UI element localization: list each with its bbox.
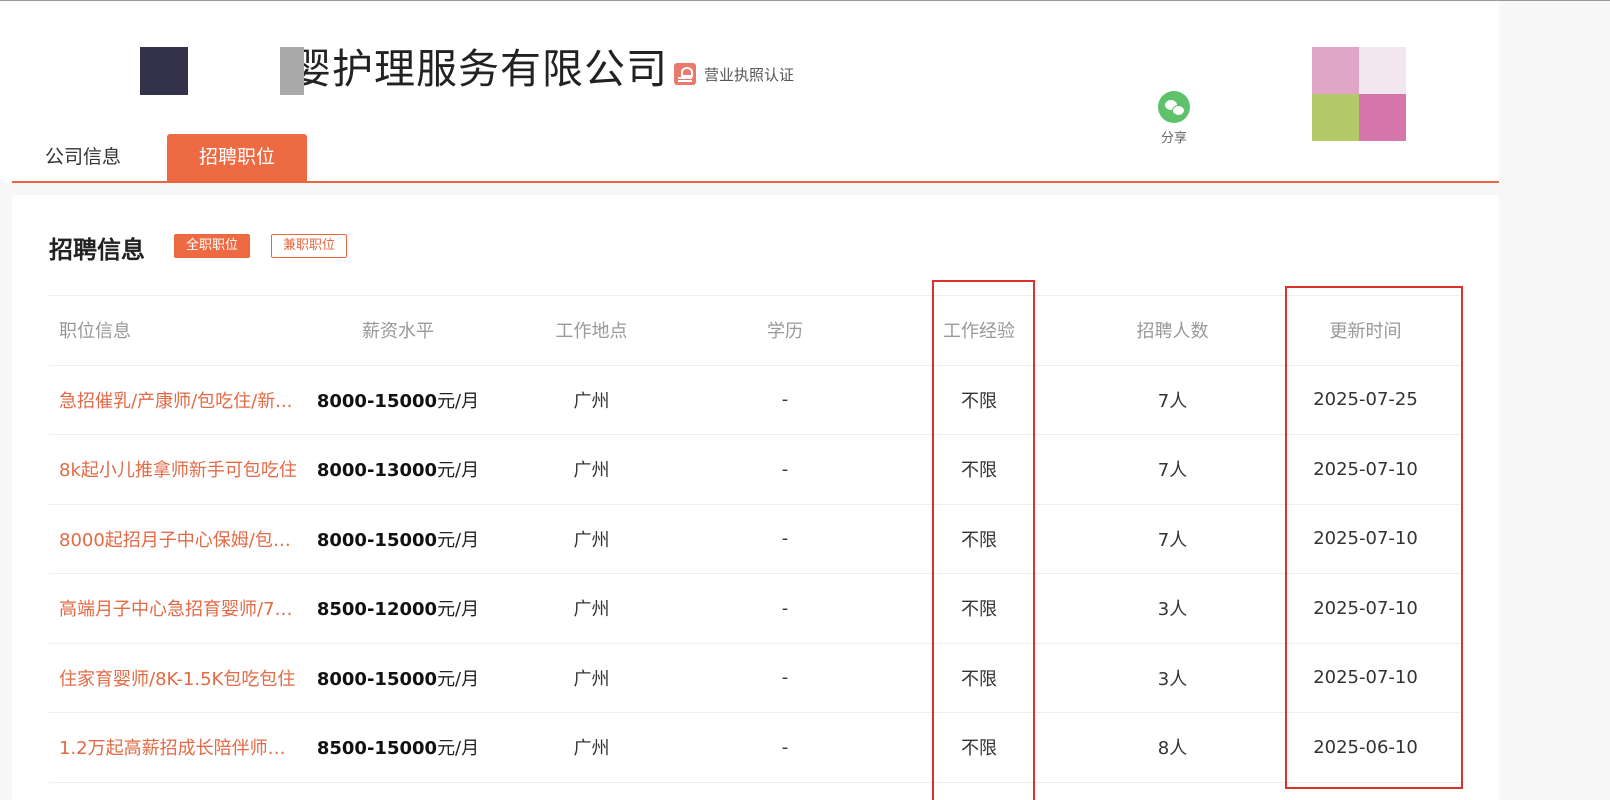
job-title-link[interactable]: 住家育婴师/8K-1.5K包吃包住: [59, 665, 301, 691]
updated-cell: 2025-07-10: [1313, 667, 1418, 689]
company-logo: [140, 47, 188, 95]
education-cell: -: [781, 667, 789, 689]
experience-cell: 不限: [961, 738, 997, 760]
salary-unit: 元/月: [437, 460, 480, 482]
salary-cell: 8500-12000元/月: [301, 595, 495, 621]
tab-job-openings[interactable]: 招聘职位: [167, 134, 307, 181]
job-title-link[interactable]: 1.2万起高薪招成长陪伴师福...: [59, 734, 301, 760]
education-cell: -: [781, 389, 789, 411]
job-title-link[interactable]: 高端月子中心急招育婴师/70...: [59, 595, 301, 621]
salary-range: 8000-15000: [316, 668, 438, 690]
column-header-education: 学历: [767, 321, 803, 343]
table-row[interactable]: 住家育婴师/8K-1.5K包吃包住 8000-15000元/月 广州 - 不限 …: [49, 644, 1462, 713]
license-verification[interactable]: 营业执照认证: [674, 62, 794, 86]
location-cell: 广州: [573, 668, 610, 690]
section-title: 招聘信息: [49, 236, 145, 264]
updated-cell: 2025-07-10: [1313, 597, 1418, 619]
column-header-location: 工作地点: [555, 321, 628, 343]
updated-cell: 2025-07-10: [1313, 458, 1418, 480]
job-title-cell: 急招催乳/产康师/包吃住/新...: [49, 387, 301, 413]
experience-cell: 不限: [961, 460, 997, 482]
company-nav-tabs: 公司信息 招聘职位: [12, 134, 1499, 183]
table-header-row: 职位信息 薪资水平 工作地点 学历 工作经验 招聘人数 更新时间: [49, 296, 1462, 366]
headcount-cell: 7人: [1157, 529, 1188, 551]
education-cell: -: [781, 458, 789, 480]
salary-cell: 8000-15000元/月: [301, 387, 495, 413]
job-title-cell: 1.2万起高薪招成长陪伴师福...: [49, 734, 301, 760]
salary-range: 8000-13000: [316, 460, 438, 482]
salary-range: 8000-15000: [316, 529, 438, 551]
job-title-link[interactable]: 8000起招月子中心保姆/包吃...: [59, 526, 301, 552]
updated-cell: 2025-07-10: [1313, 528, 1418, 550]
updated-cell: 2025-07-25: [1313, 389, 1418, 411]
salary-unit: 元/月: [437, 738, 480, 760]
table-row[interactable]: 8k起小儿推拿师新手可包吃住 8000-13000元/月 广州 - 不限 7人 …: [49, 435, 1462, 505]
experience-cell: 不限: [961, 390, 997, 412]
job-title-cell: 住家育婴师/8K-1.5K包吃包住: [49, 665, 301, 691]
location-cell: 广州: [573, 390, 610, 412]
salary-unit: 元/月: [437, 599, 480, 621]
job-title-cell: 8k起小儿推拿师新手可包吃住: [49, 456, 301, 482]
salary-cell: 8000-15000元/月: [301, 526, 495, 552]
table-row[interactable]: 8000起招月子中心保姆/包吃... 8000-15000元/月 广州 - 不限…: [49, 505, 1462, 574]
wechat-icon: [1158, 91, 1190, 123]
salary-range: 8000-15000: [316, 390, 438, 412]
salary-range: 8500-12000: [316, 599, 438, 621]
job-title-link[interactable]: 8k起小儿推拿师新手可包吃住: [59, 456, 301, 482]
salary-cell: 8000-13000元/月: [301, 456, 495, 482]
headcount-cell: 3人: [1157, 599, 1188, 621]
filter-part-time[interactable]: 兼职职位: [271, 234, 348, 258]
license-icon: [674, 63, 696, 85]
experience-cell: 不限: [961, 529, 997, 551]
column-header-position: 职位信息: [59, 321, 131, 343]
salary-unit: 元/月: [437, 529, 480, 551]
table-row[interactable]: 急招催乳/产康师/包吃住/新... 8000-15000元/月 广州 - 不限 …: [49, 366, 1462, 435]
qr-code: [1312, 47, 1406, 141]
column-header-headcount: 招聘人数: [1136, 321, 1209, 343]
location-cell: 广州: [573, 599, 610, 621]
job-title-link[interactable]: 急招催乳/产康师/包吃住/新...: [59, 387, 301, 413]
company-name: 婴护理服务有限公司: [290, 45, 668, 93]
recruitment-panel: 招聘信息 全职职位 兼职职位 职位信息 薪资水平 工作地点 学历 工作经验 招聘…: [12, 195, 1499, 800]
education-cell: -: [781, 528, 789, 550]
headcount-cell: 7人: [1157, 390, 1188, 412]
location-cell: 广州: [573, 738, 610, 760]
salary-unit: 元/月: [437, 390, 480, 412]
column-header-salary: 薪资水平: [362, 321, 434, 343]
salary-unit: 元/月: [437, 668, 480, 690]
table-row[interactable]: 高端月子中心急招育婴师/70... 8500-12000元/月 广州 - 不限 …: [49, 574, 1462, 644]
license-verification-label: 营业执照认证: [704, 65, 795, 84]
column-header-experience: 工作经验: [943, 321, 1015, 343]
salary-cell: 8500-15000元/月: [301, 734, 495, 760]
experience-cell: 不限: [961, 668, 997, 690]
job-table: 职位信息 薪资水平 工作地点 学历 工作经验 招聘人数 更新时间 急招催乳/产康…: [49, 295, 1462, 783]
headcount-cell: 3人: [1157, 668, 1188, 690]
education-cell: -: [781, 597, 789, 619]
headcount-cell: 8人: [1157, 738, 1188, 760]
redaction-mask: [280, 47, 304, 95]
column-header-updated: 更新时间: [1329, 321, 1402, 343]
tab-company-info[interactable]: 公司信息: [12, 134, 154, 181]
location-cell: 广州: [573, 460, 610, 482]
salary-range: 8500-15000: [316, 738, 438, 760]
salary-cell: 8000-15000元/月: [301, 665, 495, 691]
experience-cell: 不限: [961, 599, 997, 621]
job-title-cell: 高端月子中心急招育婴师/70...: [49, 595, 301, 621]
location-cell: 广州: [573, 529, 610, 551]
table-row[interactable]: 1.2万起高薪招成长陪伴师福... 8500-15000元/月 广州 - 不限 …: [49, 713, 1462, 783]
education-cell: -: [781, 736, 789, 758]
updated-cell: 2025-06-10: [1313, 736, 1418, 758]
filter-full-time[interactable]: 全职职位: [174, 234, 251, 258]
headcount-cell: 7人: [1157, 460, 1188, 482]
job-title-cell: 8000起招月子中心保姆/包吃...: [49, 526, 301, 552]
